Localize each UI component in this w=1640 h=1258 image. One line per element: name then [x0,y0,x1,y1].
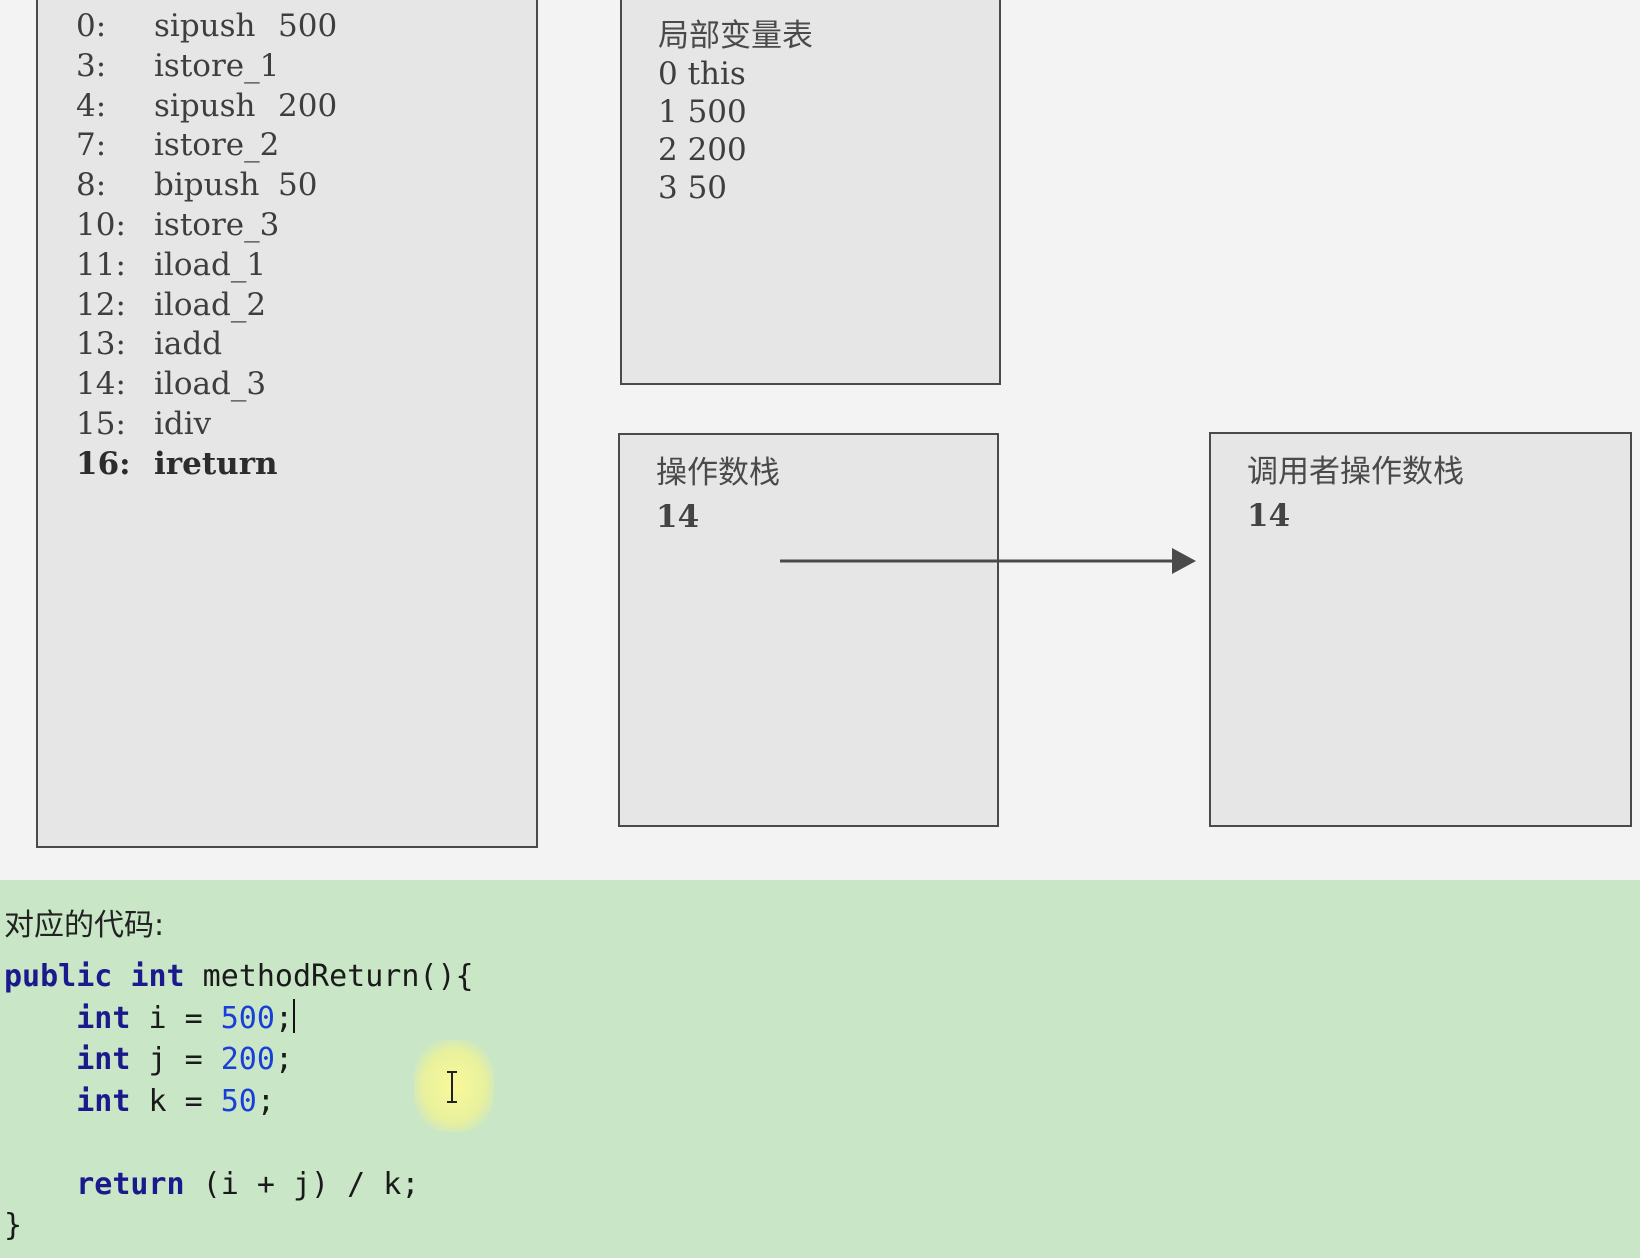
bytecode-offset: 12: [76,286,126,323]
bytecode-offset: 13: [76,326,126,363]
operand-stack: 操作数栈 14 [618,433,999,827]
code-line-6: return (i + j) / k; [76,1166,420,1202]
caller-operand-stack-title: 调用者操作数栈 [1247,454,1464,490]
bytecode-box: 0: sipush 500 3: istore_1 4: sipush 200 7: istore… [36,0,538,848]
bytecode-opcode: iload_1 [154,246,267,283]
bytecode-offset: 14: [76,366,126,403]
bytecode-line: 12: iload_2 [76,285,278,325]
bytecode-opcode: istore_3 [154,207,280,243]
bytecode-line: 0: sipush 500 [76,6,337,46]
bytecode-opcode: idiv [154,406,212,442]
bytecode-line: 10: istore_3 [76,205,280,245]
text-caret [293,998,295,1033]
bytecode-opcode: iload_2 [154,286,267,323]
bytecode-offset: 15: [76,406,126,442]
bytecode-opcode: iadd [154,326,223,363]
bytecode-opcode: sipush [154,87,256,124]
bytecode-line: 7: istore_2 [76,125,280,165]
local-variable-table-title: 局部变量表 [658,18,813,54]
bytecode-line: 3: istore_1 [76,46,280,86]
caller-operand-stack-value: 14 [1247,498,1291,534]
bytecode-offset: 0: [76,8,107,44]
local-var-row: 3 50 [658,170,728,206]
bytecode-opcode: ireturn [154,445,278,482]
bytecode-argument: 200 [278,87,338,124]
bytecode-line: 14: iload_3 [76,364,278,404]
operand-stack-title: 操作数栈 [656,455,780,491]
local-var-row: 0 this [658,56,746,92]
source-code-block: public int methodReturn(){ int i = 500; … [4,956,474,1247]
local-var-row: 1 500 [658,94,747,130]
bytecode-line: 15: idiv [76,404,278,444]
bytecode-line: 13: iadd [76,324,278,364]
bytecode-line: 8: bipush 50 [76,165,317,205]
bytecode-opcode: bipush [154,167,260,204]
bytecode-offset: 4: [76,87,107,124]
code-line-3: int j = 200; [76,1042,293,1077]
bytecode-opcode: iload_3 [154,366,267,403]
code-caption: 对应的代码: [4,908,165,943]
jvm-frame-diagram: 0: sipush 500 3: istore_1 4: sipush 200 7: istore… [0,0,1640,880]
code-line-1: public int methodReturn(){ [4,959,474,994]
bytecode-argument: 500 [278,8,338,44]
bytecode-offset: 11: [76,246,126,283]
bytecode-offset: 7: [76,127,107,164]
operand-stack-value: 14 [656,499,700,535]
bytecode-line: 16: ireturn [76,444,278,484]
bytecode-line: 11: iload_1 [76,245,278,285]
local-var-row: 2 200 [658,132,747,168]
code-line-7: } [4,1208,23,1243]
arrow-head-icon [1172,548,1196,574]
bytecode-offset: 10: [76,207,126,243]
local-variable-table: 局部变量表 0 this 1 500 2 200 3 50 [620,0,1001,385]
bytecode-opcode: sipush [154,8,256,44]
bytecode-opcode: istore_2 [154,127,280,164]
bytecode-line: 4: sipush 200 [76,86,337,126]
code-line-4: int k = 50; [76,1083,275,1119]
ibeam-cursor-icon [447,1071,457,1103]
bytecode-offset: 16: [76,445,131,482]
bytecode-argument: 50 [278,167,318,204]
bytecode-offset: 8: [76,167,107,204]
code-line-2: int i = 500; [76,998,295,1036]
caller-operand-stack: 调用者操作数栈 14 [1209,432,1632,827]
bytecode-opcode: istore_1 [154,47,280,84]
bytecode-offset: 3: [76,47,107,84]
